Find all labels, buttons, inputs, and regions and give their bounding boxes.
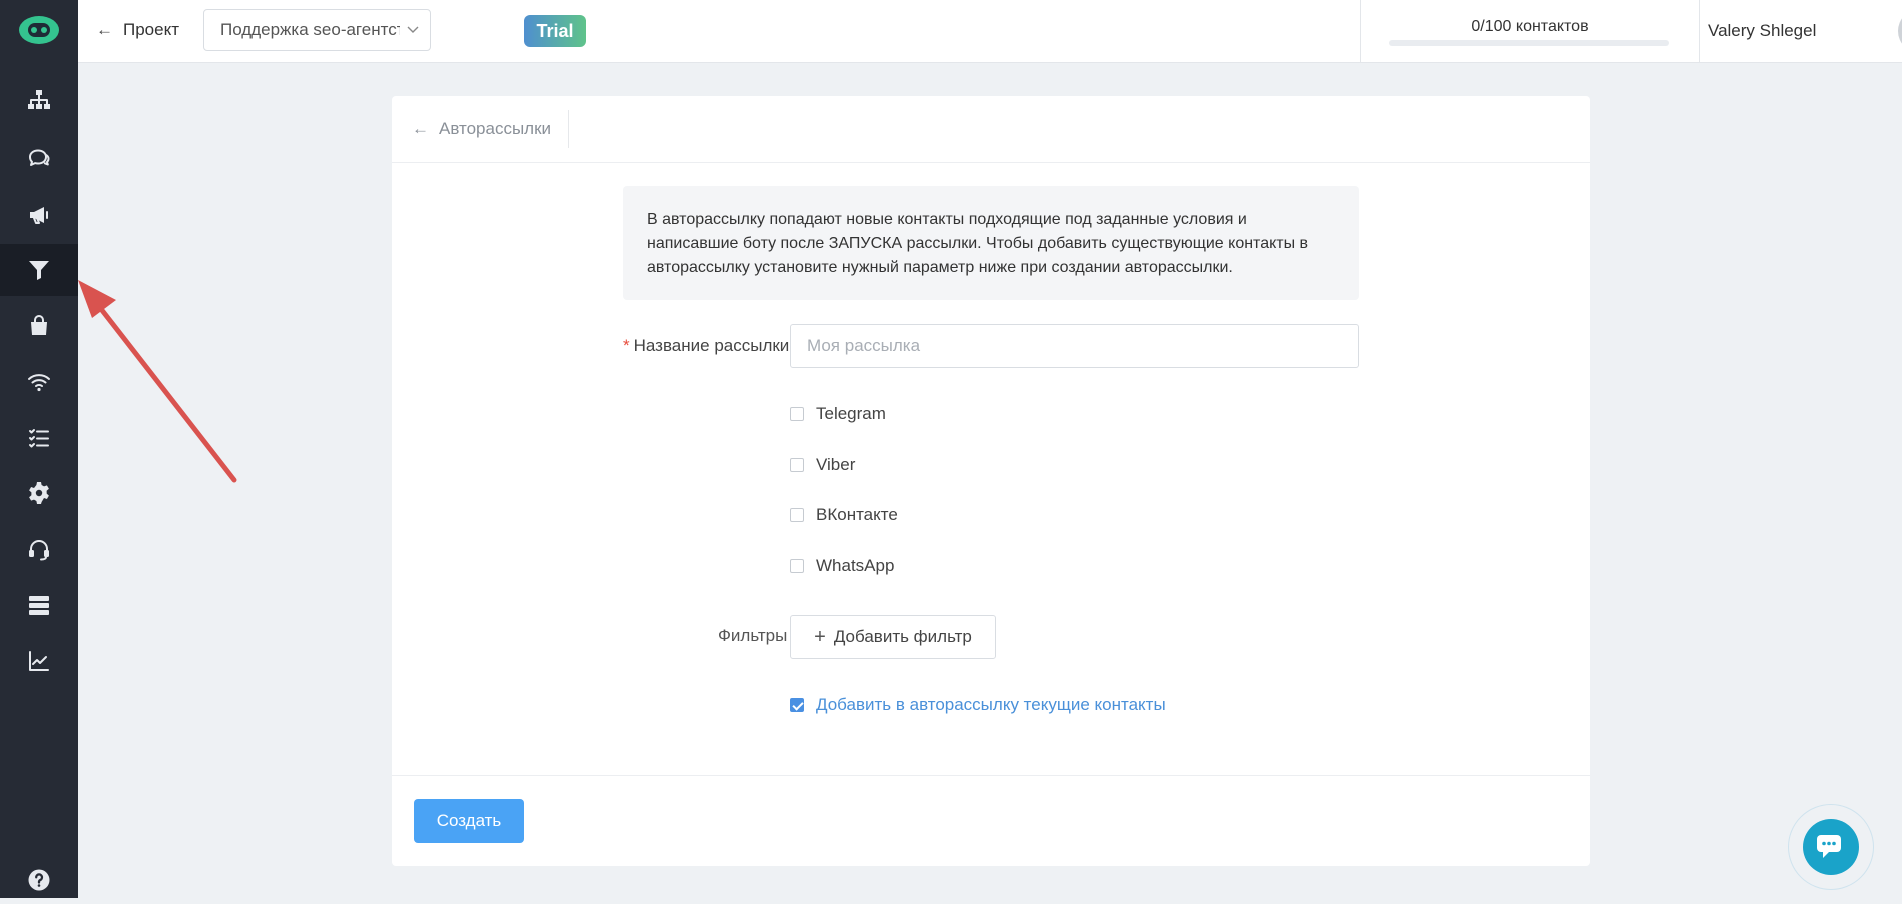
- plus-icon: +: [814, 625, 826, 648]
- channel-label: WhatsApp: [816, 556, 895, 575]
- card-header: ← Авторассылки: [392, 96, 1590, 163]
- channel-checkbox-whatsapp[interactable]: WhatsApp: [790, 556, 894, 576]
- megaphone-icon: [30, 207, 48, 224]
- nav-structure[interactable]: [0, 74, 78, 126]
- arrow-left-icon: ←: [412, 119, 429, 138]
- nav-channels[interactable]: [0, 356, 78, 408]
- help-icon: [28, 869, 50, 891]
- add-filter-button[interactable]: + Добавить фильтр: [790, 615, 996, 659]
- autobroadcast-form-card: ← Авторассылки В авторассылку попадают н…: [392, 96, 1590, 866]
- add-existing-contacts-checkbox[interactable]: Добавить в авторассылку текущие контакты: [790, 695, 1166, 715]
- nav-chats[interactable]: [0, 132, 78, 184]
- channel-label: Telegram: [816, 404, 886, 423]
- contacts-counter[interactable]: 0/100 контактов: [1360, 0, 1700, 62]
- channel-checkbox-viber[interactable]: Viber: [790, 455, 855, 475]
- shopping-bag-icon: [31, 315, 47, 335]
- add-existing-contacts-label: Добавить в авторассылку текущие контакты: [816, 695, 1166, 714]
- nav-analytics[interactable]: [0, 635, 78, 687]
- server-icon: [29, 596, 49, 615]
- chevron-down-icon: [407, 26, 419, 33]
- checklist-icon: [29, 429, 49, 448]
- avatar[interactable]: [1898, 9, 1902, 53]
- checkbox[interactable]: [790, 559, 804, 573]
- broadcast-name-input[interactable]: [790, 324, 1359, 368]
- user-placeholder-icon: [1898, 9, 1902, 53]
- broadcast-name-label-text: Название рассылки: [633, 336, 790, 355]
- funnel-icon: [29, 261, 49, 280]
- checkbox[interactable]: [790, 508, 804, 522]
- top-header: ← Проект Поддержка seo-агентства Trial 0…: [78, 0, 1902, 63]
- nav-tasks[interactable]: [0, 412, 78, 464]
- filters-label: Фильтры: [718, 626, 788, 645]
- wifi-icon: [28, 374, 50, 392]
- user-name[interactable]: Valery Shlegel: [1708, 21, 1816, 41]
- contacts-count-text: 0/100 контактов: [1471, 18, 1589, 35]
- checkbox[interactable]: [790, 407, 804, 421]
- nav-autobroadcasts[interactable]: [0, 244, 78, 296]
- add-filter-label: Добавить фильтр: [833, 627, 972, 646]
- project-select-value: Поддержка seo-агентства: [220, 20, 400, 39]
- arrow-left-icon: ←: [96, 20, 113, 39]
- footer-divider: [392, 775, 1590, 776]
- channel-label: ВКонтакте: [816, 505, 898, 524]
- annotation-arrow-icon: [78, 280, 237, 483]
- trial-badge[interactable]: Trial: [524, 15, 586, 47]
- checkbox[interactable]: [790, 458, 804, 472]
- chat-icon: [1817, 835, 1841, 858]
- required-mark: *: [623, 336, 630, 355]
- channel-label: Viber: [816, 455, 856, 474]
- back-to-project-label: Проект: [123, 20, 179, 39]
- create-button[interactable]: Создать: [414, 799, 524, 843]
- nav-support[interactable]: [0, 523, 78, 575]
- chat-bubbles-icon: [29, 149, 50, 166]
- bot-logo-icon[interactable]: [18, 14, 60, 46]
- gear-icon: [29, 482, 49, 504]
- back-to-project-link[interactable]: ← Проект: [96, 20, 179, 40]
- header-divider: [568, 110, 569, 148]
- chart-line-icon: [29, 651, 49, 671]
- nav-broadcasts[interactable]: [0, 189, 78, 241]
- contacts-progress-bar: [1389, 40, 1669, 46]
- broadcast-name-label: * Название рассылки: [623, 336, 789, 356]
- headset-icon: [29, 540, 49, 561]
- nav-settings[interactable]: [0, 467, 78, 519]
- info-notice: В авторассылку попадают новые контакты п…: [623, 186, 1359, 300]
- nav-shop[interactable]: [0, 300, 78, 352]
- project-select[interactable]: Поддержка seo-агентства: [203, 9, 431, 51]
- nav-data[interactable]: [0, 579, 78, 631]
- sitemap-icon: [28, 90, 50, 109]
- checkbox-checked[interactable]: [790, 698, 804, 712]
- chat-widget-button[interactable]: [1803, 819, 1859, 875]
- channel-checkbox-vkontakte[interactable]: ВКонтакте: [790, 505, 898, 525]
- nav-help[interactable]: [0, 856, 78, 904]
- sidebar: [0, 0, 78, 898]
- back-to-autobroadcasts-label: Авторассылки: [439, 119, 552, 138]
- channel-checkbox-telegram[interactable]: Telegram: [790, 404, 886, 424]
- back-to-autobroadcasts-link[interactable]: ← Авторассылки: [412, 119, 551, 139]
